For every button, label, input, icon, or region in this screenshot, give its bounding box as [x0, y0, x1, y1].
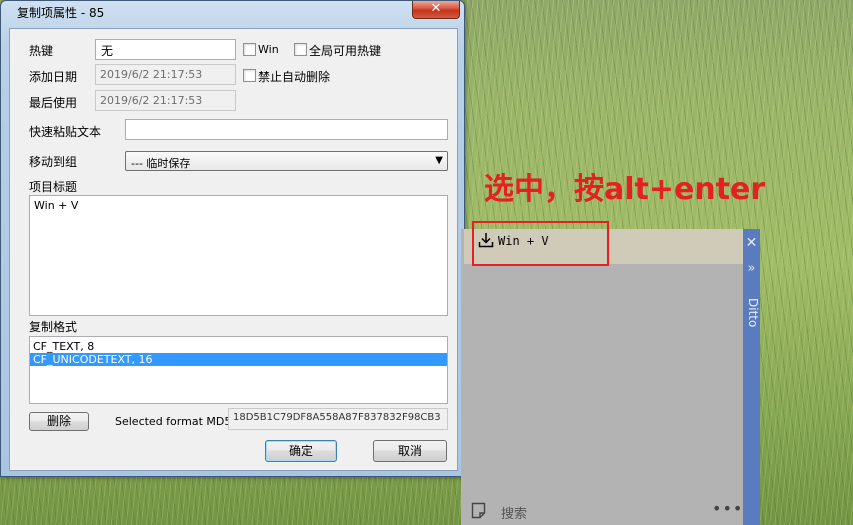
md5-field: 18D5B1C79DF8A558A87F837832F98CB3: [228, 408, 448, 430]
dialog-client-area: 热键 无 Win 全局可用热键 添加日期 2019/6/2 21:17:53 禁…: [9, 28, 458, 471]
no-auto-delete-label: 禁止自动删除: [258, 70, 331, 84]
hotkey-input[interactable]: 无: [95, 39, 236, 60]
pin-note-icon[interactable]: [471, 502, 486, 522]
dialog-title: 复制项属性 - 85: [17, 6, 105, 20]
win-checkbox-label: Win: [258, 43, 279, 56]
dropdown-arrow-icon: ▼: [435, 155, 443, 166]
dialog-close-button[interactable]: ✕: [412, 1, 460, 19]
added-date-label: 添加日期: [29, 70, 78, 84]
delete-button[interactable]: 删除: [29, 412, 89, 431]
copy-formats-label: 复制格式: [29, 320, 78, 334]
highlight-box: [472, 221, 609, 266]
quick-paste-input[interactable]: [125, 119, 448, 140]
item-title-label: 项目标题: [29, 180, 78, 194]
ok-button[interactable]: 确定: [265, 440, 337, 462]
last-used-field: 2019/6/2 21:17:53: [95, 90, 236, 111]
md5-label: Selected format MD5: [115, 415, 232, 428]
ditto-side-bar: ✕ » Ditto: [743, 229, 760, 525]
list-item[interactable]: CF_TEXT, 8: [30, 340, 447, 353]
ditto-panel: Win + V ✕ » Ditto 搜索 •••: [461, 229, 760, 525]
added-date-field: 2019/6/2 21:17:53: [95, 64, 236, 85]
hotkey-label: 热键: [29, 44, 54, 58]
item-title-textarea[interactable]: Win + V: [29, 195, 448, 316]
no-auto-delete-checkbox[interactable]: [243, 69, 256, 82]
instruction-annotation: 选中，按alt+enter: [484, 172, 766, 207]
win-checkbox[interactable]: [243, 43, 256, 56]
chevron-right-icon[interactable]: »: [743, 261, 760, 276]
close-icon[interactable]: ✕: [743, 235, 760, 251]
group-select[interactable]: --- 临时保存 ▼: [125, 151, 448, 171]
properties-dialog: 复制项属性 - 85 ✕ 热键 无 Win 全局可用热键 添加日期 2019/6…: [0, 0, 465, 477]
last-used-label: 最后使用: [29, 96, 78, 110]
cancel-button[interactable]: 取消: [373, 440, 447, 462]
list-item-selected[interactable]: CF_UNICODETEXT, 16: [30, 353, 447, 366]
group-select-value: --- 临时保存: [131, 157, 191, 170]
copy-formats-list[interactable]: CF_TEXT, 8 CF_UNICODETEXT, 16: [29, 336, 448, 404]
quick-paste-label: 快速粘贴文本: [29, 125, 102, 139]
search-input[interactable]: 搜索: [501, 503, 527, 522]
ditto-title: Ditto: [746, 298, 760, 328]
more-options-icon[interactable]: •••: [712, 499, 743, 518]
move-to-group-label: 移动到组: [29, 155, 78, 169]
global-hotkey-label: 全局可用热键: [309, 44, 382, 58]
global-hotkey-checkbox[interactable]: [294, 43, 307, 56]
